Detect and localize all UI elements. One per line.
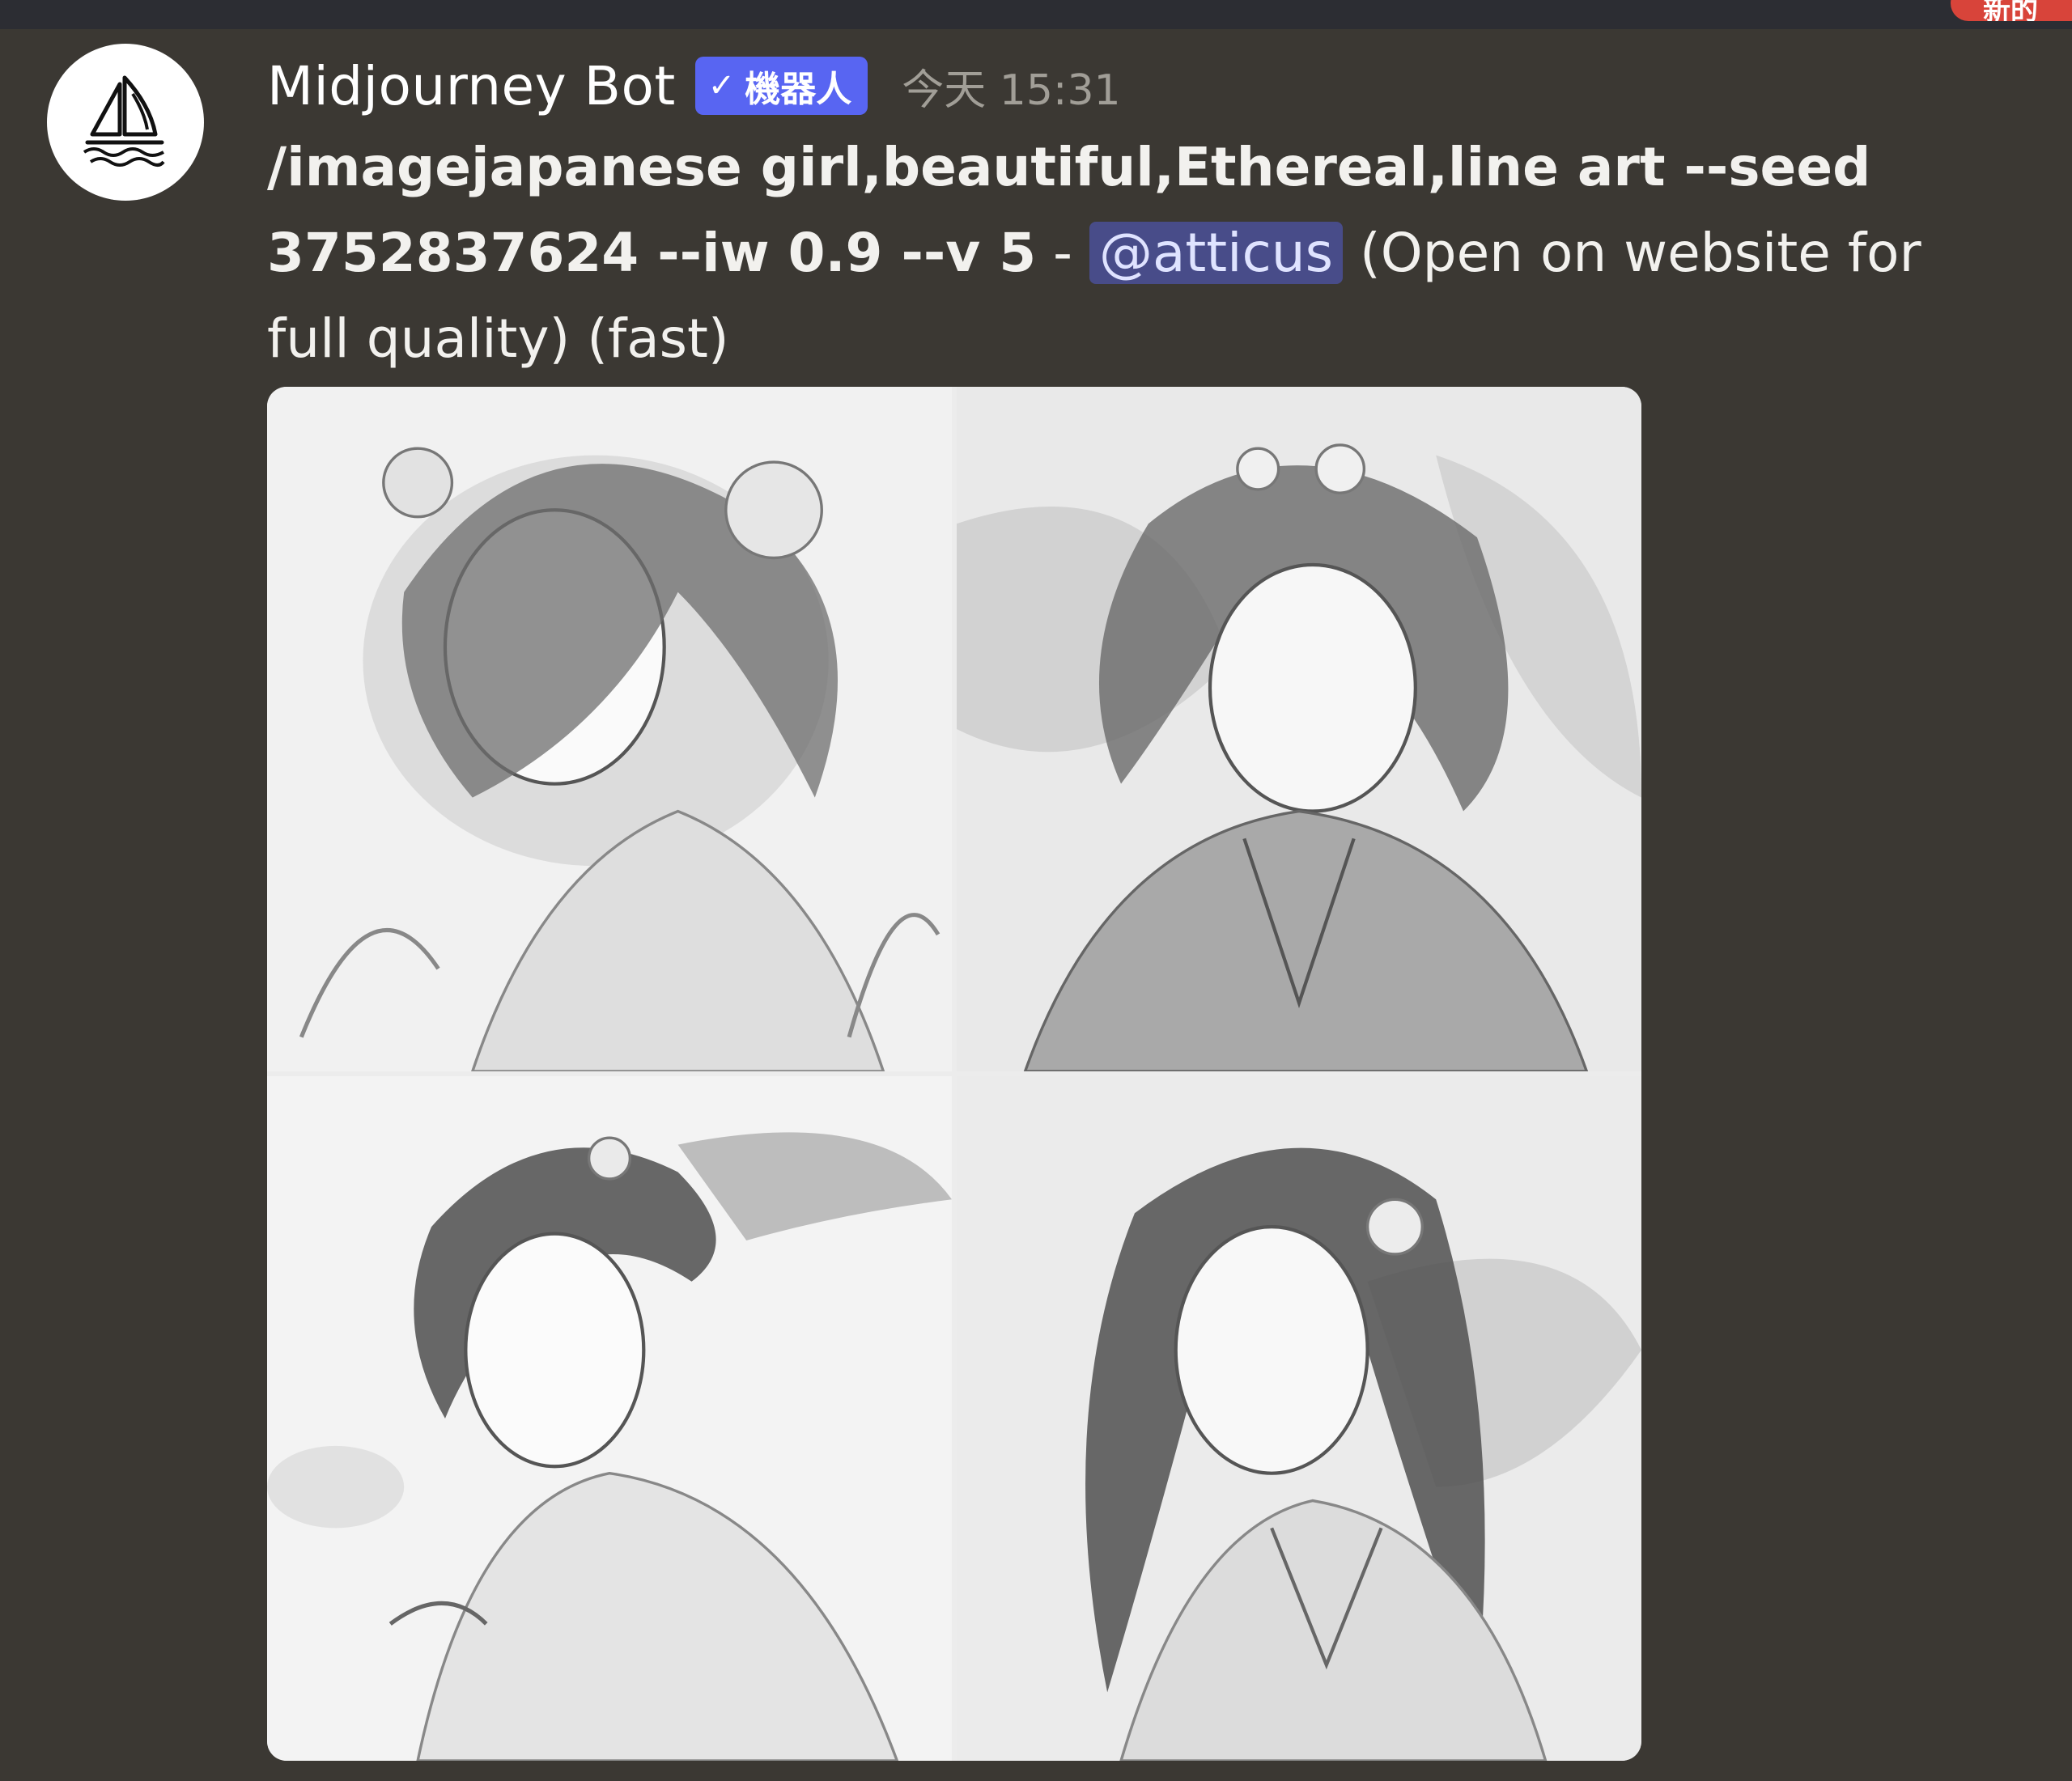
grid-image-2[interactable] (957, 387, 1641, 1071)
image-grid[interactable] (267, 387, 1641, 1761)
separator-text: - (1036, 222, 1089, 284)
message-content: /imagejapanese girl,beautiful,Ethereal,l… (267, 125, 1951, 382)
grid-image-1[interactable] (267, 387, 952, 1071)
timestamp[interactable]: 今天 15:31 (902, 56, 1120, 117)
new-messages-badge[interactable]: 新的 (1951, 0, 2072, 21)
grid-image-3[interactable] (267, 1076, 952, 1761)
chat-message: Midjourney Bot ✓ 機器人 今天 15:31 /imagejapa… (0, 29, 2072, 1781)
username[interactable]: Midjourney Bot (267, 55, 676, 117)
bot-badge: ✓ 機器人 (694, 57, 868, 115)
user-mention[interactable]: @atticus (1089, 222, 1343, 284)
message-header: Midjourney Bot ✓ 機器人 今天 15:31 (267, 45, 1121, 126)
avatar[interactable] (47, 44, 204, 201)
verified-check-icon: ✓ (707, 67, 736, 104)
bot-badge-label: 機器人 (745, 69, 852, 110)
top-bar: 新的 (0, 0, 2072, 29)
sailboat-icon (83, 75, 165, 167)
grid-image-4[interactable] (957, 1076, 1641, 1761)
